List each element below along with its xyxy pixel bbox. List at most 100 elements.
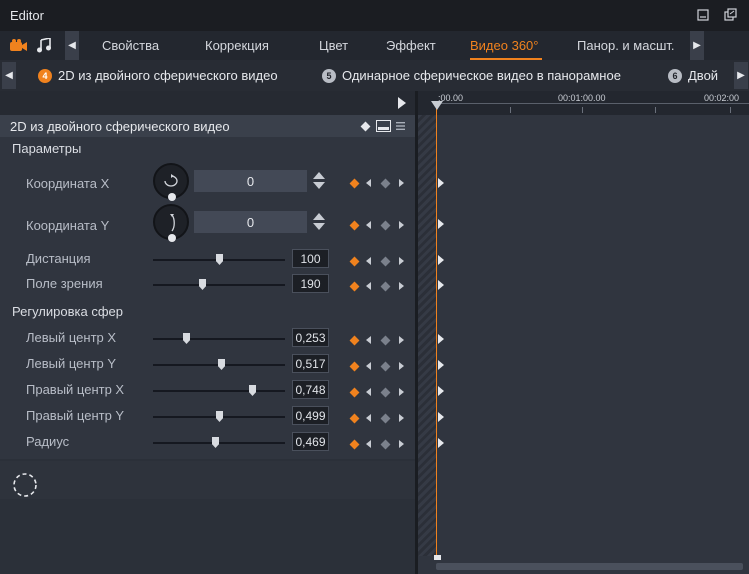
presets-scroll-right-button[interactable]: ▶	[734, 62, 748, 89]
screen-icon[interactable]	[376, 120, 391, 132]
slider-value-input[interactable]: 0,517	[292, 354, 329, 373]
slider-track[interactable]	[153, 442, 285, 444]
tabs-scroll-right-button[interactable]: ▶	[690, 31, 704, 60]
slider-label: Правый центр Y	[26, 408, 125, 423]
next-keyframe-icon[interactable]	[399, 414, 404, 422]
timeline-keyframe-marker	[438, 280, 444, 290]
prev-keyframe-icon[interactable]	[366, 388, 371, 396]
slider-value-input[interactable]: 100	[292, 249, 329, 268]
slider-label: Дистанция	[26, 251, 91, 266]
ruler-tick	[510, 107, 511, 113]
tab-video-360[interactable]: Видео 360°	[470, 38, 538, 53]
tab-correction[interactable]: Коррекция	[205, 38, 269, 53]
preset-label: Двой	[688, 68, 719, 83]
slider-value-input[interactable]: 0,499	[292, 406, 329, 425]
coord-x-input[interactable]: 0	[194, 170, 307, 192]
music-note-icon[interactable]	[37, 38, 51, 53]
coord-x-spinner[interactable]	[311, 170, 327, 192]
slider-label: Радиус	[26, 434, 70, 449]
tab-properties[interactable]: Свойства	[102, 38, 159, 53]
video-camera-icon[interactable]	[10, 39, 28, 52]
preset-number-badge: 5	[322, 68, 336, 83]
title-bar: Editor	[0, 0, 749, 31]
next-keyframe-icon[interactable]	[399, 257, 404, 265]
ruler-tick	[582, 107, 583, 113]
playhead-handle[interactable]	[431, 101, 443, 110]
slider-value-input[interactable]: 0,253	[292, 328, 329, 347]
chevron-right-icon: ▶	[693, 40, 701, 51]
timeline-panel	[418, 91, 749, 574]
tabs-scroll-left-button[interactable]: ◀	[65, 31, 79, 60]
window-title: Editor	[10, 8, 44, 23]
tab-color[interactable]: Цвет	[319, 38, 348, 53]
section-sphere-adjust: Регулировка сфер	[12, 304, 123, 319]
keyframe-icon[interactable]	[360, 121, 371, 132]
preset-item[interactable]: 5 Одинарное сферическое видео в панорамн…	[322, 68, 621, 83]
prev-keyframe-icon[interactable]	[366, 221, 371, 229]
coord-y-label: Координата Y	[26, 218, 110, 233]
timeline-keyframe-marker	[438, 334, 444, 344]
next-keyframe-icon[interactable]	[399, 336, 404, 344]
prev-keyframe-icon[interactable]	[366, 336, 371, 344]
spin-down-icon[interactable]	[313, 182, 325, 189]
prev-keyframe-icon[interactable]	[366, 414, 371, 422]
next-keyframe-icon[interactable]	[399, 362, 404, 370]
next-keyframe-icon[interactable]	[399, 179, 404, 187]
next-keyframe-icon[interactable]	[399, 440, 404, 448]
prev-keyframe-icon[interactable]	[366, 179, 371, 187]
slider-value-input[interactable]: 190	[292, 274, 329, 293]
slider-track[interactable]	[153, 390, 285, 392]
play-icon[interactable]	[398, 97, 406, 109]
spin-down-icon[interactable]	[313, 223, 325, 230]
presets-scroll-left-button[interactable]: ◀	[2, 62, 16, 89]
preset-item[interactable]: 4 2D из двойного сферического видео	[38, 68, 278, 83]
loading-spinner-icon	[13, 473, 37, 497]
panel-toolbar	[0, 91, 415, 115]
dial-handle[interactable]	[168, 193, 176, 201]
slider-value-input[interactable]: 0,469	[292, 432, 329, 451]
timeline-scrollbar[interactable]	[436, 563, 743, 570]
spin-up-icon[interactable]	[313, 213, 325, 220]
dial-handle[interactable]	[168, 234, 176, 242]
prev-keyframe-icon[interactable]	[366, 282, 371, 290]
slider-value-input[interactable]: 0,748	[292, 380, 329, 399]
preset-item[interactable]: 6 Двой	[668, 68, 718, 83]
coord-x-dial[interactable]	[153, 163, 189, 201]
next-keyframe-icon[interactable]	[399, 282, 404, 290]
preset-bar: ◀ 4 2D из двойного сферического видео 5 …	[0, 60, 749, 91]
timeline-keyframe-marker	[438, 438, 444, 448]
slider-track[interactable]	[153, 338, 285, 340]
slider-track[interactable]	[153, 284, 285, 286]
coord-y-input[interactable]: 0	[194, 211, 307, 233]
loading-area	[0, 461, 415, 499]
minimize-icon[interactable]	[697, 9, 709, 21]
slider-label: Левый центр X	[26, 330, 117, 345]
preset-label: 2D из двойного сферического видео	[58, 68, 278, 83]
coord-y-dial[interactable]	[153, 204, 189, 242]
timeline-keyframe-marker	[438, 412, 444, 422]
spin-up-icon[interactable]	[313, 172, 325, 179]
coord-y-spinner[interactable]	[311, 211, 327, 233]
tab-pan-zoom[interactable]: Панор. и масшт.	[577, 38, 675, 53]
timeline-keyframe-marker	[438, 255, 444, 265]
prev-keyframe-icon[interactable]	[366, 440, 371, 448]
playhead-line[interactable]	[436, 101, 437, 558]
timeline-keyframe-marker	[438, 360, 444, 370]
playhead-bottom-marker	[434, 555, 441, 560]
next-keyframe-icon[interactable]	[399, 388, 404, 396]
tab-effect[interactable]: Эффект	[386, 38, 436, 53]
timeline-keyframe-marker	[438, 178, 444, 188]
rotate-icon	[164, 174, 178, 187]
prev-keyframe-icon[interactable]	[366, 362, 371, 370]
next-keyframe-icon[interactable]	[399, 221, 404, 229]
chevron-left-icon: ◀	[68, 40, 76, 51]
restore-icon[interactable]	[724, 8, 738, 22]
panel-divider[interactable]	[415, 91, 418, 574]
chevron-right-icon: ▶	[737, 70, 745, 81]
panel-header: 2D из двойного сферического видео	[0, 115, 415, 137]
ruler-tick-label: 00:01:00.00	[558, 93, 606, 103]
prev-keyframe-icon[interactable]	[366, 257, 371, 265]
menu-icon[interactable]	[396, 122, 405, 130]
timeline-keyframe-marker	[438, 219, 444, 229]
vertical-rotate-icon	[170, 214, 175, 232]
